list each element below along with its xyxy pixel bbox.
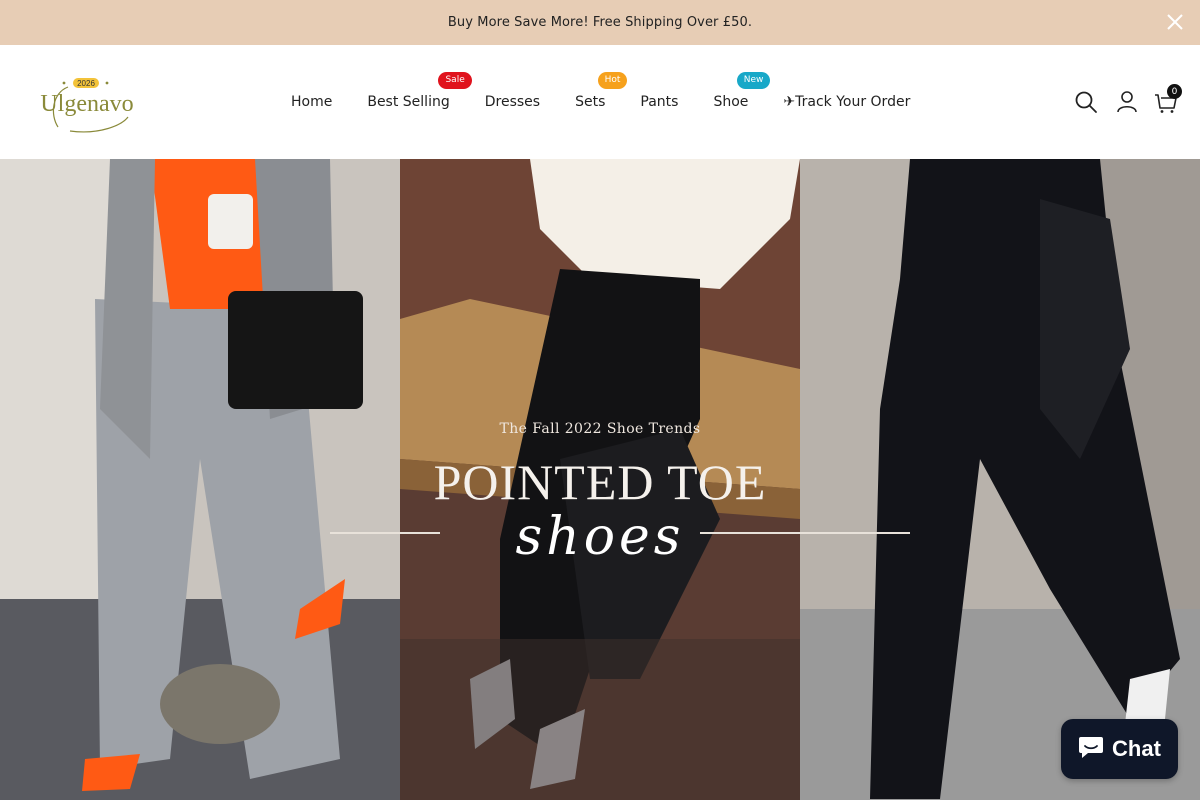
search-icon[interactable] bbox=[1074, 90, 1098, 118]
chat-bubble-icon bbox=[1078, 735, 1104, 763]
nav-item-track-order[interactable]: ✈Track Your Order bbox=[783, 94, 910, 110]
user-icon[interactable] bbox=[1116, 90, 1138, 118]
nav-item-dresses[interactable]: Dresses bbox=[485, 94, 540, 110]
nav-item-sets[interactable]: Sets Hot bbox=[575, 72, 628, 110]
nav-item-pants[interactable]: Pants bbox=[640, 94, 678, 110]
nav-item-label: ✈Track Your Order bbox=[783, 94, 911, 110]
cart-count-badge: 0 bbox=[1167, 84, 1182, 99]
nav-item-shoe[interactable]: Shoe New bbox=[713, 72, 771, 110]
hero-title: POINTED TOE bbox=[433, 454, 767, 510]
nav-item-label: Pants bbox=[640, 94, 679, 110]
announcement-text: Buy More Save More! Free Shipping Over £… bbox=[447, 15, 753, 30]
badge-hot: Hot bbox=[597, 72, 628, 89]
nav-item-label: Dresses bbox=[484, 94, 541, 110]
hero-banner[interactable]: The Fall 2022 Shoe Trends POINTED TOE sh… bbox=[0, 159, 1200, 800]
nav-item-home[interactable]: Home bbox=[291, 94, 332, 110]
nav-item-label: Home bbox=[291, 94, 333, 110]
site-header: 2026 Ulgenavo Home Best Selling Sale Dre… bbox=[0, 45, 1200, 159]
badge-sale: Sale bbox=[438, 72, 472, 89]
hero-script: shoes bbox=[515, 507, 685, 567]
nav-item-best-selling[interactable]: Best Selling Sale bbox=[367, 72, 472, 110]
nav-item-label: Sets bbox=[575, 94, 606, 110]
nav-item-label: Shoe bbox=[713, 94, 749, 110]
hero-eyebrow: The Fall 2022 Shoe Trends bbox=[499, 421, 701, 437]
brand-logo[interactable]: 2026 Ulgenavo bbox=[40, 75, 135, 135]
main-nav: Home Best Selling Sale Dresses Sets Hot … bbox=[291, 45, 910, 159]
chat-label: Chat bbox=[1112, 736, 1161, 761]
announcement-bar: Buy More Save More! Free Shipping Over £… bbox=[0, 0, 1200, 45]
close-icon[interactable] bbox=[1164, 11, 1186, 33]
logo-wordmark: Ulgenavo bbox=[40, 91, 133, 117]
bag-icon[interactable]: 0 bbox=[1154, 84, 1182, 118]
badge-new: New bbox=[736, 72, 771, 89]
logo-year: 2026 bbox=[77, 79, 95, 88]
nav-item-label: Best Selling bbox=[367, 94, 450, 110]
chat-button[interactable]: Chat bbox=[1061, 719, 1178, 779]
